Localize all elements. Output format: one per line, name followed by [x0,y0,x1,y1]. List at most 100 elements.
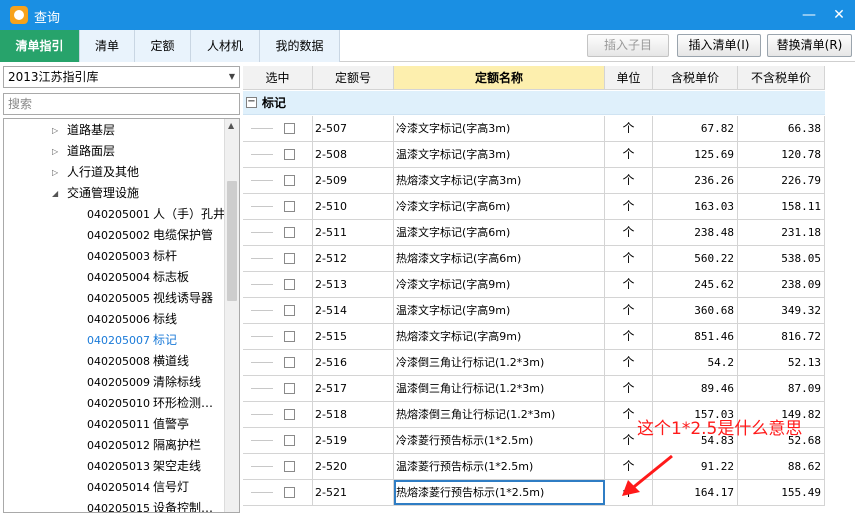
annotation-text: 这个1*2.5是什么意思 [637,419,803,439]
tree-item-label: 设备控制… [153,501,214,513]
row-checkbox[interactable] [284,357,295,368]
column-header-price-tax[interactable]: 含税单价 [653,66,738,90]
table-row[interactable]: 2-515 热熔漆文字标记(字高9m) 个 851.46 816.72 [243,324,825,350]
replace-list-button[interactable]: 替换清单(R) [767,34,852,57]
cell-name: 冷漆倒三角让行标记(1.2*3m) [394,350,605,375]
table-row[interactable]: 2-517 温漆倒三角让行标记(1.2*3m) 个 89.46 87.09 [243,376,825,402]
table-row[interactable]: 2-511 温漆文字标记(字高6m) 个 238.48 231.18 [243,220,825,246]
table-row[interactable]: 2-510 冷漆文字标记(字高6m) 个 163.03 158.11 [243,194,825,220]
group-row: − 标记 [243,91,825,115]
table-row[interactable]: 2-514 温漆文字标记(字高9m) 个 360.68 349.32 [243,298,825,324]
tree-item-label: 隔离护栏 [153,438,202,452]
tree-item[interactable]: 040205009 清除标线 [4,372,224,393]
tab-bar: 清单指引 清单 定额 人材机 我的数据 插入子目 插入清单(I) 替换清单(R) [0,30,855,62]
cell-unit: 个 [605,480,653,505]
collapsed-arrow-icon[interactable]: ▷ [52,141,62,162]
cell-code: 2-519 [313,428,394,453]
chevron-down-icon: ▼ [228,72,235,81]
tree-item-label: 人行道及其他 [67,165,140,179]
row-checkbox[interactable] [284,201,295,212]
table-row[interactable]: 2-520 温漆菱行预告标示(1*2.5m) 个 91.22 88.62 [243,454,825,480]
tree-item-label: 视线诱导器 [153,291,214,305]
tree-item[interactable]: 040205015 设备控制… [4,498,224,513]
tree-item[interactable]: 040205014 信号灯 [4,477,224,498]
column-header-unit[interactable]: 单位 [605,66,653,90]
cell-price-tax: 91.22 [653,454,738,479]
search-input[interactable] [3,93,240,115]
cell-price-tax: 164.17 [653,480,738,505]
insert-child-button[interactable]: 插入子目 [587,34,669,57]
tree-item[interactable]: 040205008 横道线 [4,351,224,372]
tree-scrollbar[interactable]: ▲ [224,119,239,512]
tab-quota[interactable]: 定额 [135,30,191,62]
table-row[interactable]: 2-509 热熔漆文字标记(字高3m) 个 236.26 226.79 [243,168,825,194]
tree-item[interactable]: 040205003 标杆 [4,246,224,267]
tree-item[interactable]: 040205012 隔离护栏 [4,435,224,456]
close-button[interactable]: ✕ [829,5,849,25]
tree-item[interactable]: 040205004 标志板 [4,267,224,288]
collapsed-arrow-icon[interactable]: ▷ [52,162,62,183]
row-checkbox[interactable] [284,279,295,290]
table-row[interactable]: 2-507 冷漆文字标记(字高3m) 个 67.82 66.38 [243,116,825,142]
expanded-arrow-icon[interactable]: ◢ [52,183,62,204]
tree-connector [251,206,273,207]
column-header-select[interactable]: 选中 [243,66,313,90]
row-checkbox[interactable] [284,123,295,134]
table-row[interactable]: 2-516 冷漆倒三角让行标记(1.2*3m) 个 54.2 52.13 [243,350,825,376]
tree-item-code: 040205008 [87,355,150,368]
cell-price-tax: 125.69 [653,142,738,167]
cell-code: 2-509 [313,168,394,193]
tree-item[interactable]: ▷ 人行道及其他 [4,162,224,183]
scroll-up-icon[interactable]: ▲ [228,121,234,130]
cell-select [243,480,313,505]
table-row[interactable]: 2-512 热熔漆文字标记(字高6m) 个 560.22 538.05 [243,246,825,272]
tree-item-code: 040205012 [87,439,150,452]
tree-item[interactable]: ▷ 道路面层 [4,141,224,162]
column-header-code[interactable]: 定额号 [313,66,394,90]
cell-select [243,246,313,271]
tab-labor-material-machine[interactable]: 人材机 [191,30,260,62]
column-header-price-notax[interactable]: 不含税单价 [738,66,825,90]
tab-my-data[interactable]: 我的数据 [260,30,340,62]
cell-price-tax: 163.03 [653,194,738,219]
tree-item[interactable]: 040205011 值警亭 [4,414,224,435]
tree-item[interactable]: 040205001 人（手）孔井 [4,204,225,225]
row-checkbox[interactable] [284,461,295,472]
row-checkbox[interactable] [284,435,295,446]
row-checkbox[interactable] [284,227,295,238]
insert-list-button[interactable]: 插入清单(I) [677,34,761,57]
table-row[interactable]: 2-508 温漆文字标记(字高3m) 个 125.69 120.78 [243,142,825,168]
tab-list-guide[interactable]: 清单指引 [0,30,80,62]
cell-unit: 个 [605,116,653,141]
scrollbar-thumb[interactable] [227,181,237,301]
row-checkbox[interactable] [284,487,295,498]
library-select[interactable]: 2013江苏指引库 ▼ [3,66,240,88]
row-checkbox[interactable] [284,149,295,160]
cell-code: 2-511 [313,220,394,245]
row-checkbox[interactable] [284,253,295,264]
tree-item[interactable]: 040205007 标记 [4,330,224,351]
tree-item[interactable]: 040205006 标线 [4,309,224,330]
row-checkbox[interactable] [284,305,295,316]
tree-item[interactable]: 040205002 电缆保护管 [4,225,224,246]
tree-item[interactable]: 040205010 环形检测… [4,393,224,414]
tree-item[interactable]: ◢ 交通管理设施 [4,183,224,204]
tree-item-label: 标杆 [153,249,178,263]
collapsed-arrow-icon[interactable]: ▷ [52,120,62,141]
cell-code: 2-520 [313,454,394,479]
row-checkbox[interactable] [284,383,295,394]
column-header-name[interactable]: 定额名称 [394,66,605,90]
table-row[interactable]: 2-513 冷漆文字标记(字高9m) 个 245.62 238.09 [243,272,825,298]
collapse-icon[interactable]: − [246,97,257,108]
table-row[interactable]: 2-521 热熔漆菱行预告标示(1*2.5m) 个 164.17 155.49 [243,480,825,506]
minimize-button[interactable]: — [799,5,819,25]
row-checkbox[interactable] [284,175,295,186]
tree-item[interactable]: 040205013 架空走线 [4,456,224,477]
tree-item[interactable]: 040205005 视线诱导器 [4,288,224,309]
row-checkbox[interactable] [284,331,295,342]
row-checkbox[interactable] [284,409,295,420]
tree-item[interactable]: ▷ 道路基层 [4,120,224,141]
tab-list[interactable]: 清单 [80,30,135,62]
cell-code: 2-508 [313,142,394,167]
cell-select [243,428,313,453]
